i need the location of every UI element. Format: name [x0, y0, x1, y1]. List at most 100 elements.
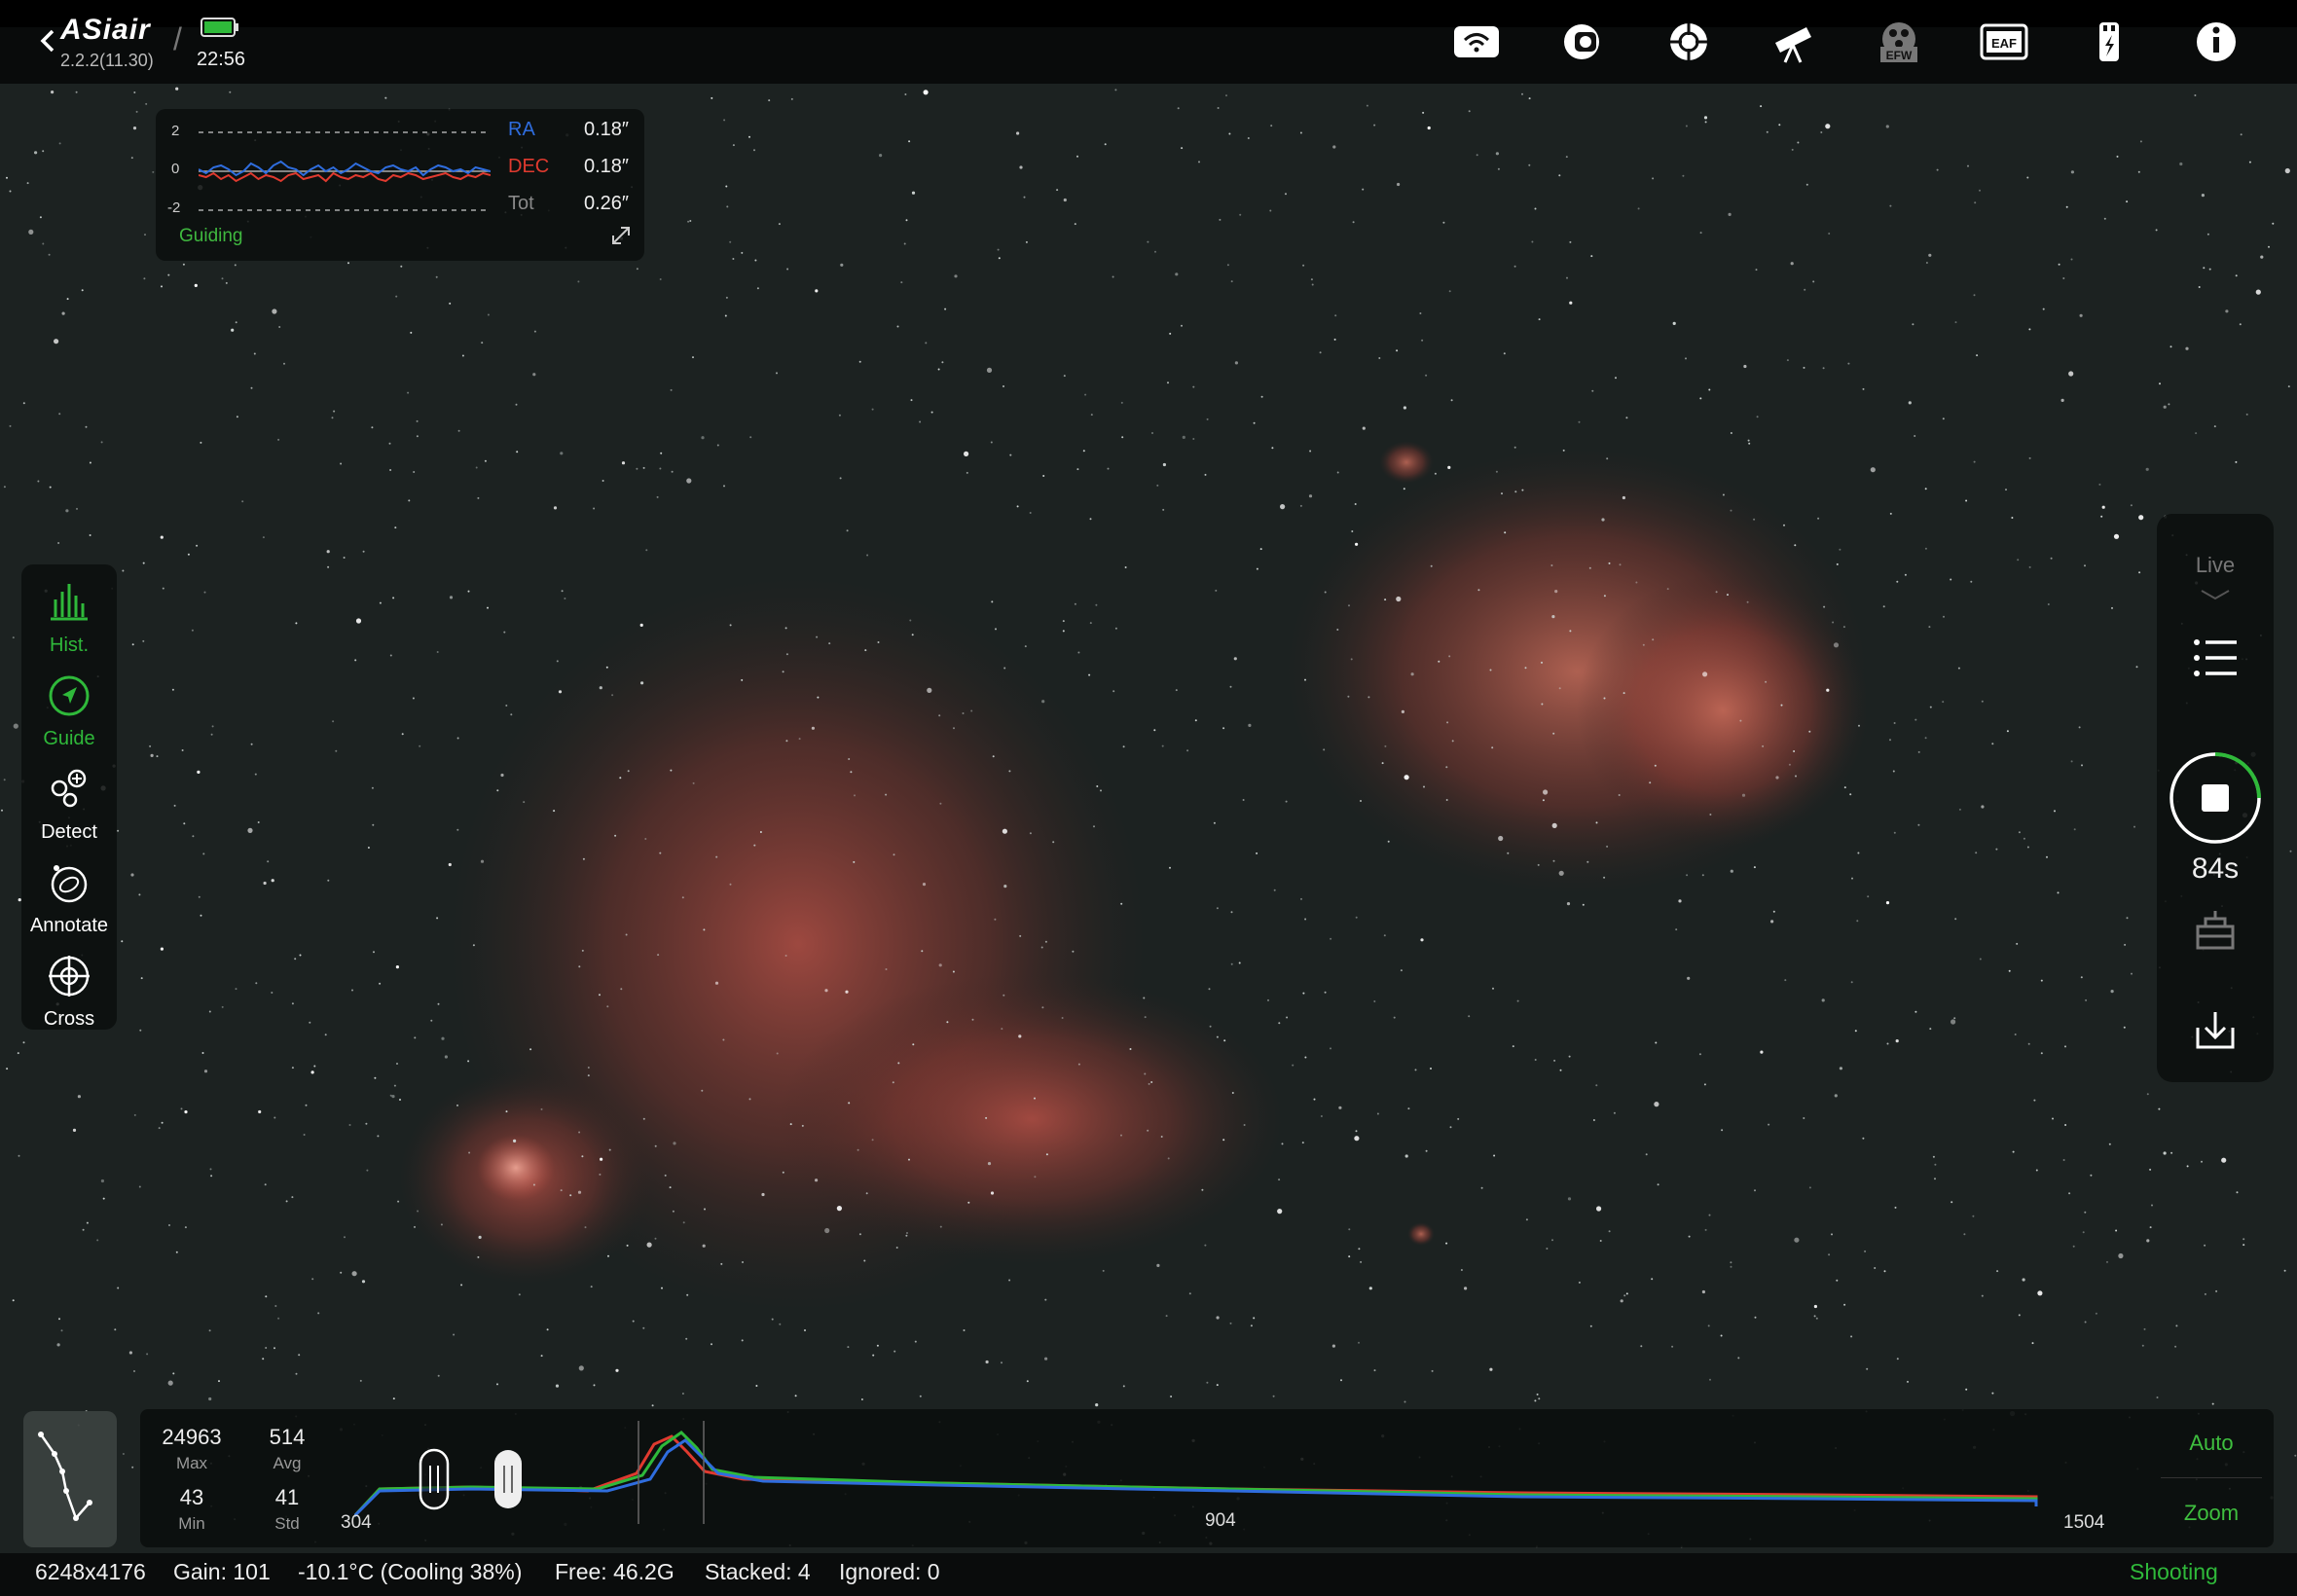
tool-detect[interactable]: Detect [21, 761, 117, 851]
star [896, 325, 899, 328]
star [997, 248, 1000, 251]
star [1786, 359, 1789, 362]
stop-button[interactable] [2167, 749, 2264, 847]
expand-icon[interactable] [609, 224, 633, 247]
star [1783, 524, 1785, 526]
menu-list-icon[interactable] [2192, 636, 2239, 679]
stack-icon[interactable] [2192, 907, 2239, 954]
star [258, 1109, 262, 1114]
star [128, 1351, 132, 1355]
star [2204, 1244, 2206, 1247]
star [435, 275, 438, 278]
star [1451, 740, 1454, 743]
star [1147, 1129, 1149, 1132]
star [377, 1135, 380, 1138]
star [922, 883, 927, 887]
star [661, 1287, 663, 1289]
chevron-down-icon[interactable] [2200, 588, 2231, 601]
star [1794, 544, 1797, 547]
star [1404, 1400, 1406, 1403]
star [2156, 1396, 2159, 1398]
back-icon[interactable] [35, 27, 62, 54]
power-icon[interactable] [2083, 18, 2135, 66]
star [162, 587, 164, 590]
star [2203, 267, 2206, 270]
star [130, 873, 134, 877]
tool-annotate[interactable]: Annotate [21, 854, 117, 944]
star [1565, 156, 1568, 159]
star [1299, 131, 1302, 134]
star [711, 96, 713, 99]
star [794, 1395, 797, 1397]
star [990, 1191, 995, 1195]
star [1803, 1117, 1805, 1119]
app-logo: ASiair [60, 14, 151, 46]
star [1895, 1039, 1899, 1043]
star [82, 1228, 85, 1231]
star [1063, 198, 1067, 202]
guide-scope-icon[interactable] [1662, 18, 1715, 66]
star [39, 216, 42, 219]
star [687, 220, 690, 223]
info-icon[interactable] [2190, 18, 2242, 66]
star [2135, 666, 2138, 669]
histogram-graph[interactable] [354, 1419, 2242, 1526]
star [2084, 1211, 2087, 1214]
star [392, 597, 395, 599]
star [515, 403, 518, 406]
zoom-button[interactable]: Zoom [2153, 1501, 2270, 1526]
star [472, 944, 475, 947]
star [614, 834, 617, 837]
star [1419, 312, 1422, 314]
star [584, 1226, 587, 1229]
star [1504, 531, 1507, 534]
camera-icon[interactable] [1555, 18, 1608, 66]
star [941, 361, 944, 364]
star [1688, 1235, 1691, 1238]
star [2064, 1124, 2067, 1126]
star [1120, 902, 1123, 905]
star [987, 1162, 992, 1166]
star [1709, 1378, 1711, 1381]
tool-histogram[interactable]: Hist. [21, 574, 117, 664]
white-point-handle[interactable] [492, 1448, 524, 1510]
star [1407, 1107, 1410, 1110]
star [1550, 564, 1553, 566]
download-icon[interactable] [2192, 1006, 2239, 1053]
star [1447, 465, 1451, 469]
star [2079, 313, 2083, 317]
star [407, 391, 410, 394]
star [938, 963, 942, 967]
tool-cross[interactable]: Cross [21, 948, 117, 1037]
star [608, 1148, 611, 1151]
star [1029, 512, 1032, 514]
eaf-icon[interactable]: EAF [1978, 18, 2030, 66]
star [1671, 1345, 1674, 1348]
live-toggle[interactable]: Live [2157, 553, 2274, 578]
star [1657, 1183, 1659, 1186]
star [578, 1131, 581, 1134]
constellation-nav-button[interactable] [23, 1411, 117, 1547]
star [1423, 785, 1425, 788]
star [394, 526, 397, 529]
star [2028, 565, 2031, 568]
tot-label: Tot [508, 193, 534, 214]
star [449, 302, 452, 305]
star [848, 1102, 851, 1105]
auto-stretch-button[interactable]: Auto [2153, 1431, 2270, 1456]
star [1928, 626, 1931, 629]
black-point-handle[interactable] [419, 1448, 450, 1510]
wifi-icon[interactable] [1450, 18, 1503, 66]
guiding-panel[interactable]: 2 0 -2 RA DEC Tot 0.18″ 0.18″ 0.26″ Guid… [156, 109, 644, 261]
efw-icon[interactable]: EFW [1873, 18, 1925, 66]
star [467, 590, 470, 593]
star [546, 1328, 549, 1331]
star [671, 470, 674, 473]
star [1114, 89, 1117, 91]
star [1675, 928, 1678, 931]
star [1514, 490, 1517, 493]
star [599, 994, 601, 997]
tool-guide[interactable]: Guide [21, 668, 117, 757]
star [1044, 1298, 1047, 1301]
telescope-icon[interactable] [1768, 18, 1820, 66]
